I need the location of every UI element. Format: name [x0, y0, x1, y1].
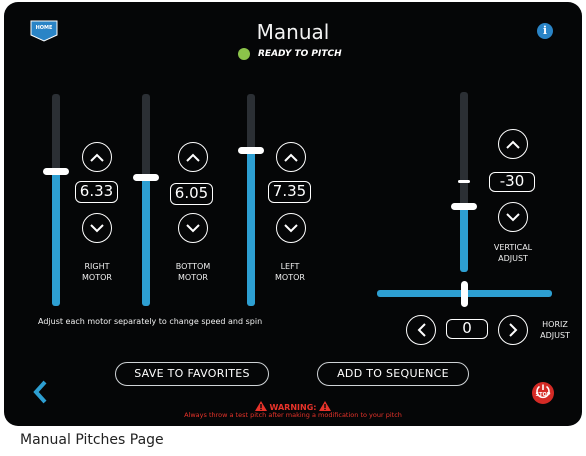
chevron-down-icon: [284, 223, 298, 232]
right-motor-slider[interactable]: [52, 94, 60, 306]
page-title: Manual: [256, 20, 330, 44]
chevron-up-icon: [186, 153, 200, 162]
chevron-right-icon: [508, 323, 517, 337]
chevron-down-icon: [506, 212, 520, 221]
chevron-down-icon: [90, 223, 104, 232]
chevron-up-icon: [284, 153, 298, 162]
horizontal-adjust-value: 0: [446, 319, 488, 339]
vertical-adjust-thumb[interactable]: [451, 203, 477, 210]
save-to-favorites-button[interactable]: SAVE TO FAVORITES: [115, 362, 269, 386]
left-motor-up-button[interactable]: [276, 142, 306, 172]
horizontal-left-button[interactable]: [406, 315, 436, 345]
left-motor-label: LEFT MOTOR: [263, 261, 317, 283]
status-indicator: READY TO PITCH: [238, 48, 342, 60]
vertical-adjust-value: -30: [489, 172, 535, 192]
warning-icon: [254, 401, 267, 411]
chevron-down-icon: [186, 223, 200, 232]
right-motor-fill: [52, 174, 60, 306]
bottom-motor-slider[interactable]: [142, 94, 150, 306]
right-motor-label-line1: RIGHT: [84, 262, 110, 271]
bottom-motor-label-line2: MOTOR: [178, 273, 208, 282]
horizontal-adjust-label-line1: HORIZ: [542, 320, 568, 329]
vertical-adjust-label-line1: VERTICAL: [493, 243, 533, 252]
horizontal-adjust-label: HORIZ ADJUST: [532, 319, 578, 341]
left-motor-value: 7.35: [268, 181, 311, 203]
horizontal-adjust-label-line2: ADJUST: [540, 331, 570, 340]
status-text: READY TO PITCH: [258, 49, 342, 59]
bottom-motor-value: 6.05: [170, 183, 213, 205]
left-motor-thumb[interactable]: [238, 147, 264, 154]
vertical-down-button[interactable]: [498, 202, 528, 232]
warning-icon: [319, 401, 332, 411]
figure-caption: Manual Pitches Page: [20, 432, 164, 448]
vertical-adjust-fill: [460, 203, 468, 272]
vertical-adjust-center-mark: [458, 180, 470, 183]
right-motor-down-button[interactable]: [82, 213, 112, 243]
stop-button[interactable]: STOP: [532, 382, 554, 404]
right-motor-label: RIGHT MOTOR: [70, 261, 124, 283]
vertical-up-button[interactable]: [498, 129, 528, 159]
bottom-motor-fill: [142, 178, 150, 306]
ready-led-icon: [238, 48, 250, 60]
chevron-left-icon: [417, 323, 426, 337]
left-motor-label-line2: MOTOR: [275, 273, 305, 282]
bottom-motor-label: BOTTOM MOTOR: [166, 261, 220, 283]
vertical-adjust-label-line2: ADJUST: [498, 254, 528, 263]
info-icon: i: [542, 24, 548, 37]
info-button[interactable]: i: [537, 23, 553, 39]
stop-label: STOP: [535, 392, 551, 398]
chevron-up-icon: [90, 153, 104, 162]
right-motor-value: 6.33: [75, 181, 118, 203]
left-motor-label-line1: LEFT: [280, 262, 300, 271]
right-motor-thumb[interactable]: [43, 168, 69, 175]
left-motor-slider[interactable]: [247, 94, 255, 306]
left-motor-down-button[interactable]: [276, 213, 306, 243]
bottom-motor-label-line1: BOTTOM: [175, 262, 211, 271]
bottom-motor-down-button[interactable]: [178, 213, 208, 243]
vertical-adjust-label: VERTICAL ADJUST: [484, 242, 542, 264]
right-motor-up-button[interactable]: [82, 142, 112, 172]
left-motor-fill: [247, 151, 255, 306]
bottom-motor-up-button[interactable]: [178, 142, 208, 172]
horizontal-right-button[interactable]: [498, 315, 528, 345]
add-to-sequence-button[interactable]: ADD TO SEQUENCE: [317, 362, 469, 386]
horizontal-adjust-thumb[interactable]: [461, 281, 468, 307]
chevron-up-icon: [506, 140, 520, 149]
right-motor-label-line2: MOTOR: [82, 273, 112, 282]
motor-hint-text: Adjust each motor separately to change s…: [38, 317, 263, 326]
warning-text: Always throw a test pitch after making a…: [184, 411, 402, 419]
bottom-motor-thumb[interactable]: [133, 174, 159, 181]
